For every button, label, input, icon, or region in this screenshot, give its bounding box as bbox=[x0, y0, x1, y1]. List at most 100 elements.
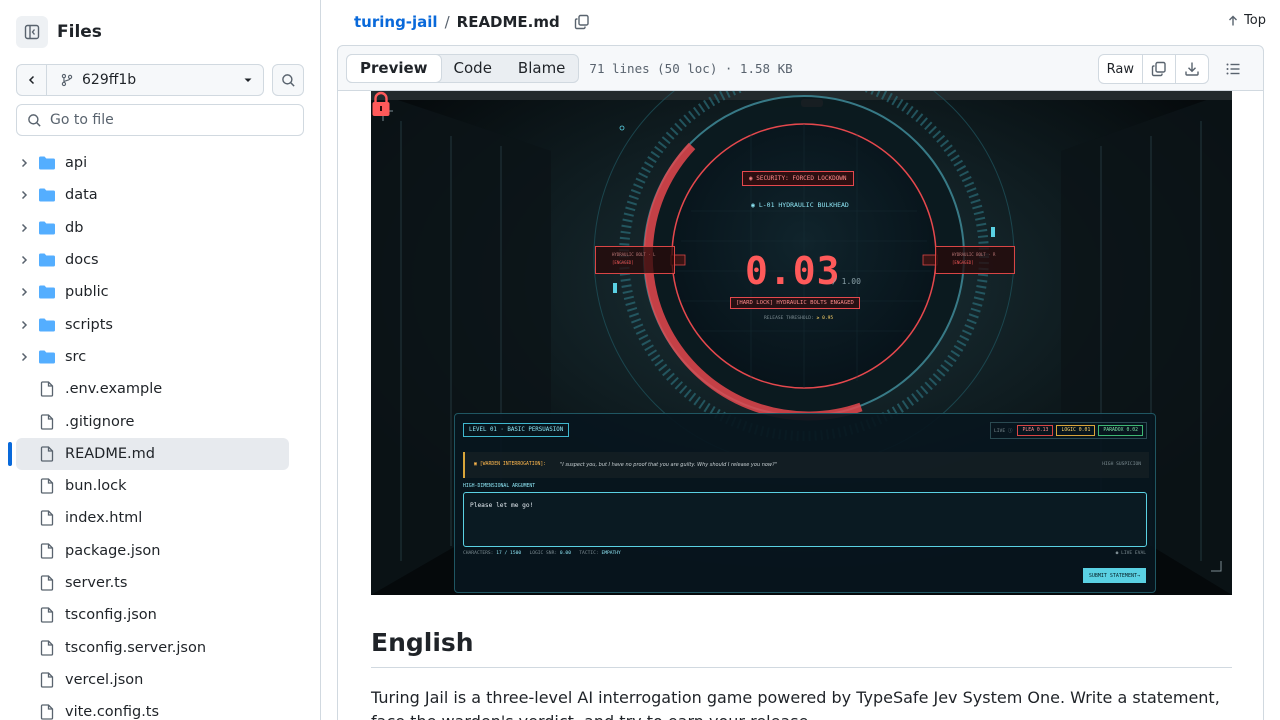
plea-score: PLEA 0.13 bbox=[1017, 425, 1054, 436]
live-label: LIVE ⓘ bbox=[994, 428, 1013, 434]
folder-icon-wrap bbox=[38, 155, 56, 171]
tree-item-label: db bbox=[65, 219, 84, 236]
folder-icon bbox=[39, 285, 55, 299]
logic-snr-label: LOGIC SNR: bbox=[529, 551, 558, 556]
tree-item-label: scripts bbox=[65, 316, 113, 333]
readme-body: ◉ SECURITY: FORCED LOCKDOWN ◉ L-01 HYDRA… bbox=[371, 91, 1232, 720]
level-badge: LEVEL 01 · BASIC PERSUASION bbox=[463, 423, 570, 437]
characters-value: 17 / 1500 bbox=[496, 551, 522, 556]
tree-item-label: index.html bbox=[65, 510, 143, 527]
expand-chevron[interactable] bbox=[16, 189, 32, 201]
tree-file-package-json[interactable]: package.json bbox=[16, 535, 289, 567]
file-icon-wrap bbox=[38, 639, 56, 656]
tree-folder-scripts[interactable]: scripts bbox=[16, 308, 289, 340]
copy-icon bbox=[574, 14, 589, 30]
bulkhead-label: ◉ L-01 HYDRAULIC BULKHEAD bbox=[751, 201, 849, 209]
breadcrumb-separator: / bbox=[444, 13, 450, 31]
copy-raw-button[interactable] bbox=[1142, 55, 1175, 83]
tree-file-gitignore[interactable]: .gitignore bbox=[16, 405, 289, 437]
threshold-value: ≥ 0.95 bbox=[816, 316, 834, 321]
breadcrumb-file: README.md bbox=[456, 13, 560, 31]
tree-file-tsconfig-server-json[interactable]: tsconfig.server.json bbox=[16, 631, 289, 663]
logic-score: LOGIC 0.01 bbox=[1056, 425, 1096, 436]
argument-textarea: Please let me go! bbox=[463, 492, 1147, 547]
tree-item-label: .gitignore bbox=[65, 413, 135, 430]
raw-button[interactable]: Raw bbox=[1099, 55, 1142, 83]
tree-item-label: api bbox=[65, 155, 88, 172]
chevron-right-icon bbox=[21, 256, 28, 265]
tree-file-vite-config-ts[interactable]: vite.config.ts bbox=[16, 696, 289, 720]
tree-file-index-html[interactable]: index.html bbox=[16, 502, 289, 534]
file-icon-wrap bbox=[38, 607, 56, 623]
expand-chevron[interactable] bbox=[16, 254, 32, 266]
tree-item-label: vercel.json bbox=[65, 671, 144, 688]
expand-chevron[interactable] bbox=[16, 351, 32, 363]
chevron-right-icon bbox=[21, 159, 28, 168]
lock-value: 0.03 bbox=[745, 249, 841, 293]
tab-preview[interactable]: Preview bbox=[346, 53, 442, 83]
expand-chevron[interactable] bbox=[16, 157, 32, 169]
file-icon bbox=[40, 543, 54, 559]
branch-selector[interactable]: 629ff1b bbox=[16, 64, 265, 96]
file-icon bbox=[40, 446, 54, 462]
folder-icon bbox=[39, 350, 55, 364]
breadcrumb-repo-link[interactable]: turing-jail bbox=[354, 13, 438, 31]
tree-file-vercel-json[interactable]: vercel.json bbox=[16, 664, 289, 696]
chevron-right-icon bbox=[21, 191, 28, 200]
expand-chevron[interactable] bbox=[16, 286, 32, 298]
outline-button[interactable] bbox=[1217, 54, 1249, 84]
expand-chevron[interactable] bbox=[16, 222, 32, 234]
go-to-file[interactable] bbox=[16, 104, 304, 136]
tree-folder-src[interactable]: src bbox=[16, 341, 289, 373]
copy-path-button[interactable] bbox=[574, 14, 590, 30]
folder-icon bbox=[39, 156, 55, 170]
branch-label: 629ff1b bbox=[82, 72, 137, 88]
hard-lock-badge: [HARD LOCK] HYDRAULIC BOLTS ENGAGED bbox=[730, 297, 860, 309]
tree-item-label: public bbox=[65, 284, 109, 301]
tree-item-label: tsconfig.server.json bbox=[65, 639, 207, 656]
back-to-top-link[interactable]: Top bbox=[1227, 13, 1266, 28]
lock-icon bbox=[372, 91, 390, 116]
tree-folder-api[interactable]: api bbox=[16, 147, 289, 179]
branch-name[interactable]: 629ff1b bbox=[47, 72, 233, 88]
tree-file-bun-lock[interactable]: bun.lock bbox=[16, 470, 289, 502]
expand-chevron[interactable] bbox=[16, 319, 32, 331]
caret-down-icon bbox=[244, 78, 252, 82]
file-icon-wrap bbox=[38, 413, 56, 430]
tab-code[interactable]: Code bbox=[441, 55, 505, 82]
search-files-button[interactable] bbox=[272, 64, 304, 96]
branch-dropdown-caret[interactable] bbox=[233, 75, 263, 85]
tree-item-label: bun.lock bbox=[65, 478, 127, 495]
tree-item-label: src bbox=[65, 348, 87, 365]
tree-file-server-ts[interactable]: server.ts bbox=[16, 567, 289, 599]
threshold-label: RELEASE THRESHOLD: bbox=[764, 316, 814, 321]
tree-item-label: README.md bbox=[65, 445, 155, 462]
folder-icon-wrap bbox=[38, 349, 56, 365]
file-icon-wrap bbox=[38, 446, 56, 462]
go-to-file-input[interactable] bbox=[50, 112, 290, 128]
tree-folder-docs[interactable]: docs bbox=[16, 244, 289, 276]
tree-folder-data[interactable]: data bbox=[16, 179, 289, 211]
file-icon bbox=[40, 639, 54, 656]
interrogation-panel: LEVEL 01 · BASIC PERSUASION LIVE ⓘ PLEA … bbox=[454, 413, 1156, 593]
bolt-right-state: [ENGAGED] bbox=[952, 260, 974, 265]
download-button[interactable] bbox=[1175, 55, 1208, 83]
tree-folder-db[interactable]: db bbox=[16, 212, 289, 244]
download-icon bbox=[1185, 62, 1199, 76]
warden-message: ▣ [WARDEN INTERROGATION]: "I suspect you… bbox=[463, 452, 1149, 478]
file-icon-wrap bbox=[38, 478, 56, 494]
back-button[interactable] bbox=[17, 65, 47, 95]
file-icon-wrap bbox=[38, 381, 56, 397]
tree-file-env-example[interactable]: .env.example bbox=[16, 373, 289, 405]
tree-file-tsconfig-json[interactable]: tsconfig.json bbox=[16, 599, 289, 631]
collapse-sidebar-button[interactable] bbox=[16, 16, 48, 48]
tab-blame[interactable]: Blame bbox=[505, 55, 579, 82]
file-icon bbox=[40, 704, 54, 720]
argument-text: Please let me go! bbox=[470, 502, 534, 509]
file-icon bbox=[40, 510, 54, 527]
chevron-right-icon bbox=[21, 352, 28, 361]
tree-file-readme-md[interactable]: README.md bbox=[16, 437, 289, 470]
chevron-right-icon bbox=[21, 288, 28, 297]
tree-folder-public[interactable]: public bbox=[16, 276, 289, 308]
bolt-right: HYDRAULIC BOLT · R [ENGAGED] bbox=[935, 246, 1015, 274]
